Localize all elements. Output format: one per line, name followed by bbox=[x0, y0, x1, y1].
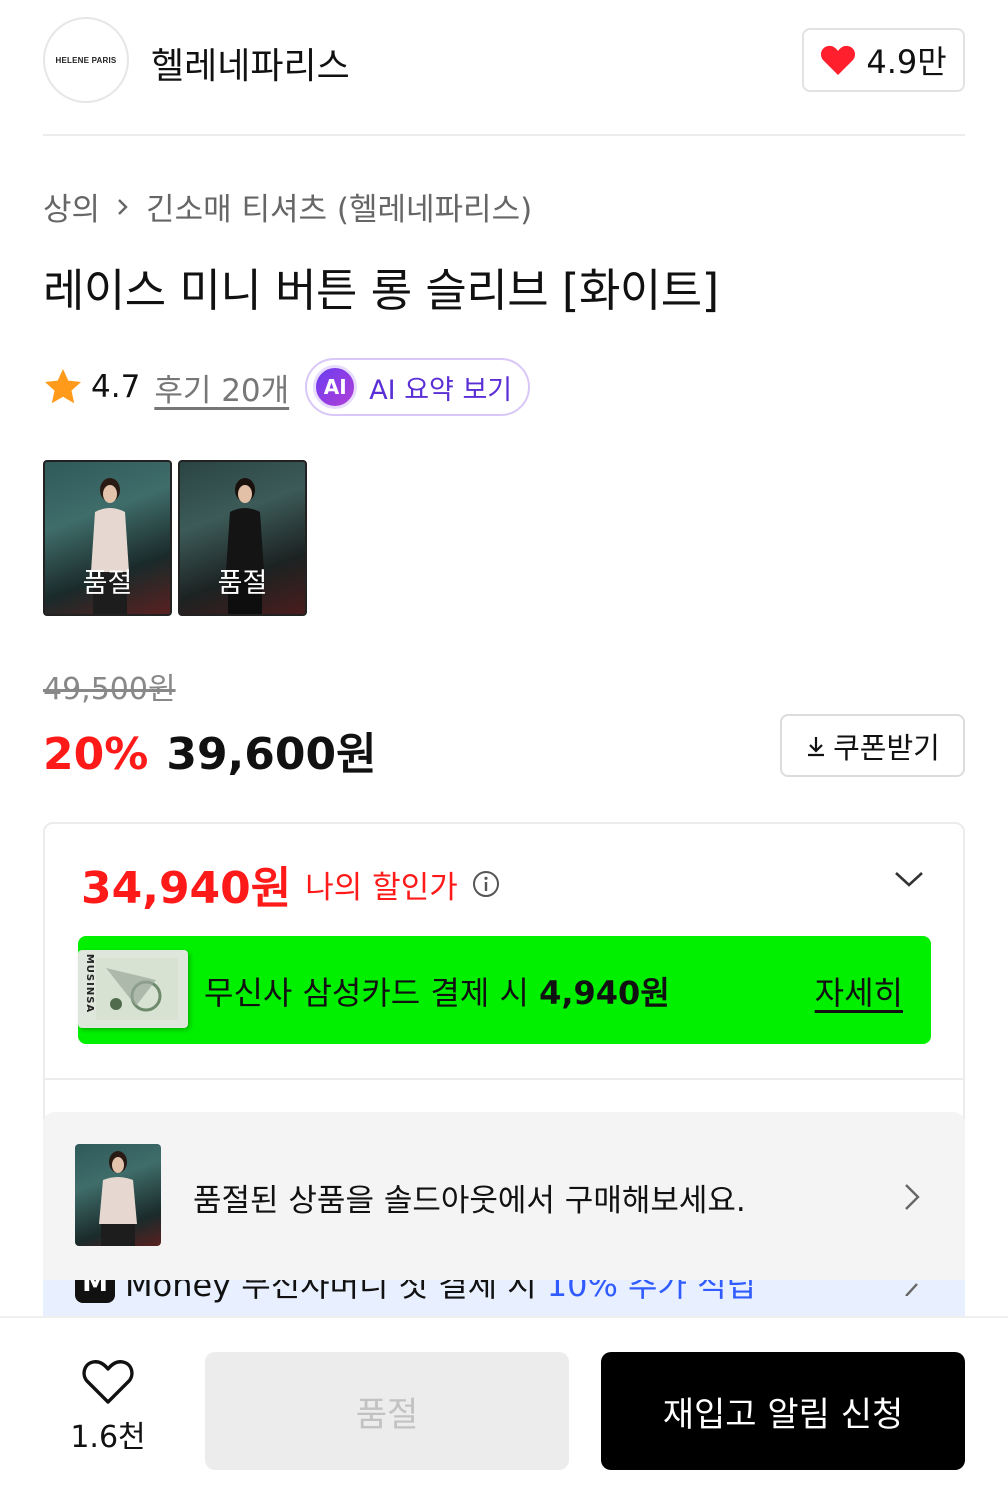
color-option-white[interactable]: 품절 bbox=[43, 460, 172, 616]
price-row: 20% 39,600원 bbox=[43, 718, 377, 782]
sale-price: 39,600원 bbox=[166, 729, 377, 780]
soldout-button: 품절 bbox=[205, 1352, 569, 1470]
my-discount-label: 나의 할인가 bbox=[305, 869, 458, 906]
original-price: 49,500원 bbox=[43, 672, 176, 707]
chevron-right-icon bbox=[905, 1283, 918, 1296]
ai-icon: AI bbox=[313, 365, 358, 409]
product-title: 레이스 미니 버튼 롱 슬리브 [화이트] bbox=[43, 264, 719, 317]
my-discount-price: 34,940원 bbox=[81, 863, 292, 914]
color-option-black[interactable]: 품절 bbox=[178, 460, 307, 616]
rating-row: 4.7 후기 20개 AI AI 요약 보기 bbox=[43, 358, 531, 416]
money-promo-text: Money 무신사머니 첫 결제 시 bbox=[125, 1280, 537, 1304]
purchase-bar: 1.6천 품절 재입고 알림 신청 bbox=[0, 1316, 1008, 1500]
benefit-divider bbox=[45, 1078, 963, 1080]
rating-value: 4.7 bbox=[91, 369, 141, 405]
coupon-label: 쿠폰받기 bbox=[833, 730, 940, 765]
coupon-download-button[interactable]: 쿠폰받기 bbox=[780, 714, 965, 777]
chevron-down-icon[interactable] bbox=[893, 868, 925, 890]
chevron-right-icon bbox=[118, 198, 128, 215]
heart-filled-icon bbox=[821, 45, 856, 75]
money-promo-content: M Money 무신사머니 첫 결제 시 10% 추가 적립 bbox=[75, 1280, 756, 1306]
my-price-row[interactable]: 34,940원 나의 할인가 bbox=[81, 852, 500, 916]
download-icon bbox=[808, 736, 825, 756]
soldout-notice[interactable]: 품절된 상품을 솔드아웃에서 구매해보세요. bbox=[43, 1112, 965, 1280]
money-promo-strip[interactable]: M Money 무신사머니 첫 결제 시 10% 추가 적립 bbox=[43, 1280, 965, 1316]
wishlist-button[interactable]: 1.6천 bbox=[60, 1358, 156, 1456]
card-art bbox=[96, 958, 178, 1020]
discount-rate: 20% bbox=[43, 729, 149, 780]
card-promo-banner[interactable]: MUSINSA 무신사 삼성카드 결제 시 4,940원 자세히 bbox=[78, 936, 931, 1044]
review-count-link[interactable]: 후기 20개 bbox=[154, 365, 289, 410]
card-detail-link[interactable]: 자세히 bbox=[815, 968, 903, 1014]
money-promo-highlight: 10% 추가 적립 bbox=[546, 1280, 756, 1304]
heart-outline-icon bbox=[82, 1360, 134, 1404]
soldout-overlay: 품절 bbox=[217, 568, 268, 599]
model-photo bbox=[99, 1151, 137, 1246]
info-icon[interactable] bbox=[472, 870, 500, 898]
header-divider bbox=[43, 134, 965, 136]
notice-product-thumbnail bbox=[75, 1144, 161, 1246]
chevron-right-icon bbox=[905, 1184, 920, 1210]
brand-name[interactable]: 헬레네파리스 bbox=[151, 37, 350, 89]
card-logo-text: MUSINSA bbox=[84, 953, 96, 1014]
card-promo-amount: 4,940원 bbox=[539, 974, 670, 1012]
brand-like-button[interactable]: 4.9만 bbox=[802, 28, 965, 92]
breadcrumb-item-top[interactable]: 상의 bbox=[43, 184, 100, 229]
musinsa-money-icon: M bbox=[75, 1280, 115, 1303]
wishlist-count: 1.6천 bbox=[70, 1420, 146, 1455]
card-image: MUSINSA bbox=[78, 950, 188, 1028]
store-header: HELENE PARIS 헬레네파리스 4.9만 bbox=[43, 17, 965, 105]
card-promo-prefix: 무신사 삼성카드 결제 시 bbox=[204, 974, 540, 1012]
restock-alert-button[interactable]: 재입고 알림 신청 bbox=[601, 1352, 965, 1470]
soldout-notice-text: 품절된 상품을 솔드아웃에서 구매해보세요. bbox=[193, 1183, 746, 1219]
breadcrumb: 상의 긴소매 티셔츠 (헬레네파리스) bbox=[43, 184, 532, 229]
color-options: 품절 품절 bbox=[43, 460, 307, 616]
soldout-overlay: 품절 bbox=[82, 568, 133, 599]
brand-like-count: 4.9만 bbox=[866, 43, 947, 81]
ai-summary-button[interactable]: AI AI 요약 보기 bbox=[305, 358, 531, 416]
ai-summary-label: AI 요약 보기 bbox=[369, 374, 513, 406]
breadcrumb-item-category[interactable]: 긴소매 티셔츠 (헬레네파리스) bbox=[146, 184, 532, 229]
brand-logo[interactable]: HELENE PARIS bbox=[43, 17, 129, 103]
card-promo-text: 무신사 삼성카드 결제 시 4,940원 bbox=[204, 968, 670, 1014]
star-icon bbox=[45, 369, 81, 404]
